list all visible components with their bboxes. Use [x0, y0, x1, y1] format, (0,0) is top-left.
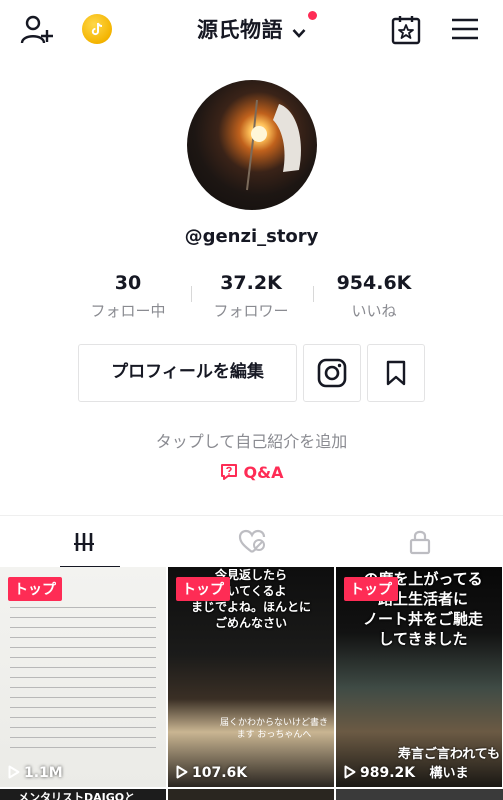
- username: @genzi_story: [184, 226, 319, 247]
- qa-label: Q&A: [243, 463, 284, 482]
- qa-link[interactable]: Q&A: [0, 463, 503, 482]
- tab-videos[interactable]: [0, 516, 167, 568]
- pinned-badge: トップ: [344, 577, 398, 601]
- liked-hidden-icon: [238, 529, 265, 553]
- play-icon: [344, 765, 356, 779]
- profile-switcher[interactable]: 源氏物語: [0, 14, 503, 44]
- view-count-value: 1.1M: [24, 765, 63, 781]
- partial-overlay-text: メンタリストDAIGOと: [18, 791, 136, 800]
- instagram-button[interactable]: [303, 344, 361, 402]
- top-bar: 源氏物語: [0, 0, 503, 60]
- following-stat[interactable]: 30 フォロー中: [68, 272, 188, 321]
- likes-stat[interactable]: 954.6K いいね: [314, 272, 434, 321]
- video-thumbnail[interactable]: の度を上がってる 路上生活者に ノート丼をご馳走 してきました トップ 寿言ご言…: [336, 567, 502, 787]
- grid-icon: [73, 533, 94, 551]
- edit-profile-button[interactable]: プロフィールを編集: [78, 344, 297, 402]
- receipt-image: [10, 607, 156, 757]
- lock-icon: [409, 530, 430, 555]
- video-thumbnail-partial[interactable]: [336, 789, 503, 800]
- page-title: 源氏物語: [196, 18, 283, 42]
- following-label: フォロー中: [90, 302, 166, 320]
- video-thumbnail-partial[interactable]: メンタリストDAIGOと: [0, 789, 166, 800]
- followers-label: フォロワー: [213, 302, 289, 320]
- chevron-down-icon: [292, 28, 306, 38]
- play-icon: [176, 765, 188, 779]
- likes-label: いいね: [351, 302, 397, 320]
- view-count: 107.6K: [176, 765, 247, 781]
- tab-private[interactable]: [336, 516, 503, 568]
- view-count-value: 989.2K: [360, 765, 416, 781]
- followers-count: 37.2K: [220, 272, 282, 294]
- play-icon: [8, 765, 20, 779]
- profile-stats: 30 フォロー中 37.2K フォロワー 954.6K いいね: [0, 272, 503, 322]
- bookmark-icon: [386, 360, 406, 386]
- video-thumbnail[interactable]: 今見返したら 泣いてくるよ まじでよね。ほんとに ごめんなさい 届くかわからない…: [168, 567, 334, 787]
- hamburger-menu-icon[interactable]: [450, 17, 480, 41]
- pinned-badge: トップ: [8, 577, 62, 601]
- add-bio-prompt[interactable]: タップして自己紹介を追加: [0, 428, 503, 452]
- favorites-button[interactable]: [367, 344, 425, 402]
- pinned-badge: トップ: [176, 577, 230, 601]
- view-count: 1.1M: [8, 765, 63, 781]
- notification-dot: [308, 11, 317, 20]
- tab-liked[interactable]: [168, 516, 335, 568]
- video-grid: トップ 1.1M 今見返したら 泣いてくるよ まじでよね。ほんとに ごめんなさい…: [0, 567, 503, 800]
- qa-icon: [220, 464, 237, 480]
- view-count-value: 107.6K: [192, 765, 248, 781]
- video-thumbnail-partial[interactable]: [168, 789, 334, 800]
- avatar[interactable]: [187, 80, 317, 210]
- video-thumbnail[interactable]: トップ 1.1M: [0, 567, 166, 787]
- followers-stat[interactable]: 37.2K フォロワー: [191, 272, 311, 321]
- view-count: 989.2K: [344, 765, 415, 781]
- instagram-icon: [317, 358, 347, 388]
- content-tabs: [0, 515, 503, 568]
- likes-count: 954.6K: [336, 272, 412, 294]
- calendar-star-icon[interactable]: [390, 14, 422, 46]
- video-caption: 届くかわからないけど書きます おっちゃんへ: [219, 718, 328, 740]
- following-count: 30: [114, 272, 142, 294]
